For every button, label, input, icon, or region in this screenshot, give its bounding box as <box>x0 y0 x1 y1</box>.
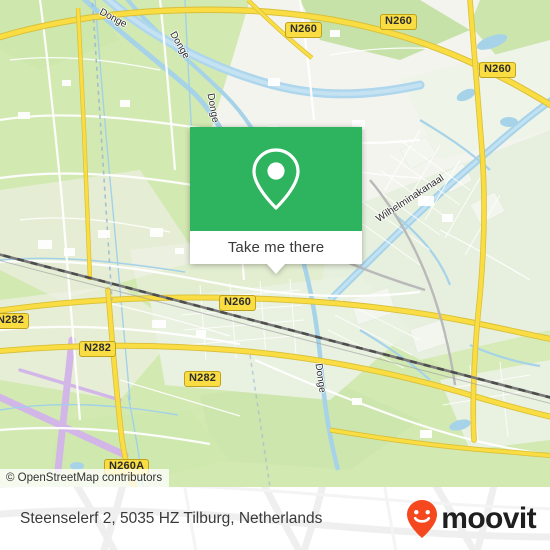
footer-bar: Steenselerf 2, 5035 HZ Tilburg, Netherla… <box>0 487 550 550</box>
road-shield-n260-3[interactable]: N260 <box>479 62 517 78</box>
road-shield-n260-2[interactable]: N260 <box>380 14 418 30</box>
road-shield-n260-1[interactable]: N260 <box>285 22 323 38</box>
location-pin-icon <box>252 148 300 210</box>
road-shield-n282-2[interactable]: N282 <box>79 341 117 357</box>
map-canvas[interactable]: Donge Donge Donge Donge Wilhelminakanaal… <box>0 0 550 487</box>
take-me-there-label: Take me there <box>227 239 325 256</box>
road-shield-n282-3[interactable]: N282 <box>184 371 222 387</box>
moovit-logo[interactable]: moovit <box>405 499 537 539</box>
osm-attribution[interactable]: © OpenStreetMap contributors <box>0 469 170 487</box>
popup-action-bar[interactable]: Take me there <box>190 231 362 264</box>
moovit-smiley-pin-icon <box>407 499 438 538</box>
location-popup-card[interactable]: Take me there <box>190 127 362 274</box>
popup-header <box>190 127 362 231</box>
map-screenshot: Donge Donge Donge Donge Wilhelminakanaal… <box>0 0 550 550</box>
address-text: Steenselerf 2, 5035 HZ Tilburg, Netherla… <box>20 509 323 527</box>
popup-pointer-tail <box>266 263 286 274</box>
road-shield-n260-4[interactable]: N260 <box>219 295 257 311</box>
road-shield-n282-1[interactable]: N282 <box>0 313 30 329</box>
moovit-wordmark: moovit <box>441 501 536 535</box>
